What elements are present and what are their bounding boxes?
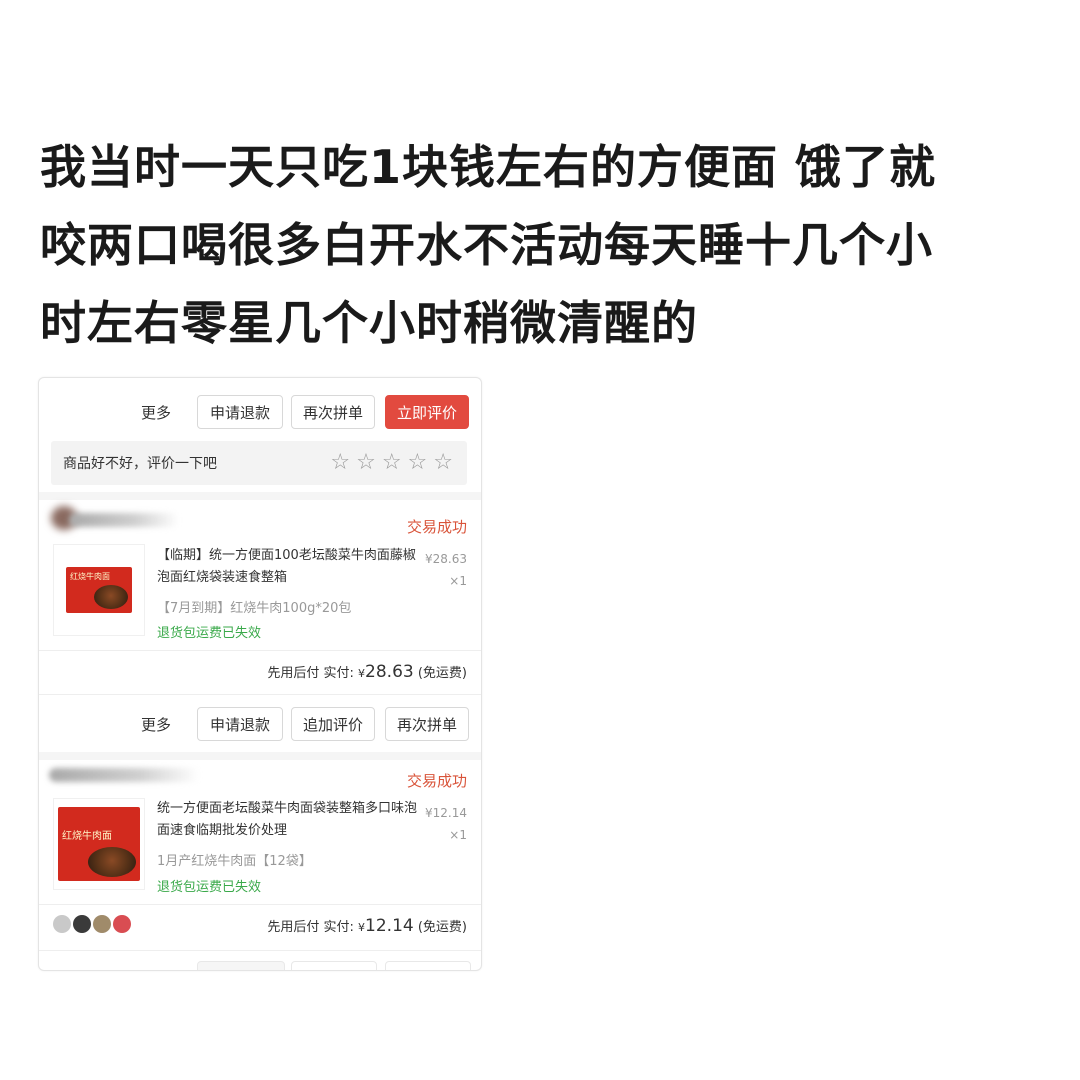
order-list-screenshot: 更多 申请退款 再次拼单 立即评价 商品好不好，评价一下吧 ☆☆☆☆☆ 交易成功… <box>38 377 482 971</box>
line-divider <box>39 904 481 905</box>
currency-symbol: ¥ <box>358 921 366 934</box>
rating-prompt-text: 商品好不好，评价一下吧 <box>63 456 217 472</box>
avatar-icon <box>113 915 131 933</box>
avatar-icon <box>73 915 91 933</box>
paid-amount: 12.14 <box>365 916 414 936</box>
blurred-shop-name <box>69 513 179 527</box>
payment-summary: 先用后付 实付: ¥28.63 (免运费) <box>267 662 467 682</box>
caption-line-2: 咬两口喝很多白开水不活动每天睡十几个小 <box>40 218 933 272</box>
append-review-button[interactable]: 追加评价 <box>291 707 375 741</box>
post-caption: 我当时一天只吃1块钱左右的方便面 饿了就 咬两口喝很多白开水不活动每天睡十几个小… <box>40 128 1060 362</box>
apply-refund-button[interactable]: 申请退款 <box>197 395 283 429</box>
line-divider <box>39 694 481 695</box>
product-thumbnail[interactable]: 红烧牛肉面 <box>53 544 145 636</box>
paid-amount: 28.63 <box>365 662 414 682</box>
caption-line-3: 时左右零星几个小时稍微清醒的 <box>40 296 698 350</box>
product-spec: 【7月到期】红烧牛肉100g*20包 <box>157 601 352 616</box>
cutoff-button <box>385 961 471 970</box>
more-link[interactable]: 更多 <box>141 402 171 423</box>
pay-method: 先用后付 <box>267 920 320 935</box>
review-now-button[interactable]: 立即评价 <box>385 395 469 429</box>
line-divider <box>39 950 481 951</box>
refund-shipping-note: 退货包运费已失效 <box>157 626 262 641</box>
pack-label: 红烧牛肉面 <box>70 572 110 581</box>
shipping-note: (免运费) <box>417 666 467 681</box>
order-status: 交易成功 <box>406 518 467 536</box>
reorder-button[interactable]: 再次拼单 <box>385 707 469 741</box>
paid-label: 实付: <box>323 666 354 681</box>
avatar-icon <box>93 915 111 933</box>
blurred-shop-name <box>49 768 199 782</box>
avatar-icon <box>53 915 71 933</box>
product-thumbnail[interactable]: 红烧牛肉面 <box>53 798 145 890</box>
pay-method: 先用后付 <box>267 666 320 681</box>
caption-line-1: 我当时一天只吃1块钱左右的方便面 饿了就 <box>40 140 937 194</box>
product-price: ¥12.14 <box>425 806 467 820</box>
apply-refund-button[interactable]: 申请退款 <box>197 707 283 741</box>
pack-label: 红烧牛肉面 <box>62 831 112 842</box>
line-divider <box>39 650 481 651</box>
product-price: ¥28.63 <box>425 552 467 566</box>
rating-prompt-bar: 商品好不好，评价一下吧 ☆☆☆☆☆ <box>51 441 467 485</box>
reorder-button[interactable]: 再次拼单 <box>291 395 375 429</box>
product-spec: 1月产红烧牛肉面【12袋】 <box>157 854 312 869</box>
star-rating-icon[interactable]: ☆☆☆☆☆ <box>330 450 459 475</box>
shipping-note: (免运费) <box>417 920 467 935</box>
section-divider <box>39 752 481 760</box>
cutoff-button <box>291 961 377 970</box>
more-link[interactable]: 更多 <box>141 714 171 735</box>
section-divider <box>39 492 481 500</box>
product-quantity: ×1 <box>449 828 467 842</box>
cutoff-button <box>197 961 285 970</box>
refund-shipping-note: 退货包运费已失效 <box>157 880 262 895</box>
order-status: 交易成功 <box>406 772 467 790</box>
currency-symbol: ¥ <box>358 667 366 680</box>
payment-summary: 先用后付 实付: ¥12.14 (免运费) <box>267 916 467 936</box>
product-title[interactable]: 统一方便面老坛酸菜牛肉面袋装整箱多口味泡面速食临期批发价处理 <box>157 798 419 842</box>
paid-label: 实付: <box>323 920 354 935</box>
product-quantity: ×1 <box>449 574 467 588</box>
product-title[interactable]: 【临期】统一方便面100老坛酸菜牛肉面藤椒泡面红烧袋装速食整箱 <box>157 545 419 589</box>
